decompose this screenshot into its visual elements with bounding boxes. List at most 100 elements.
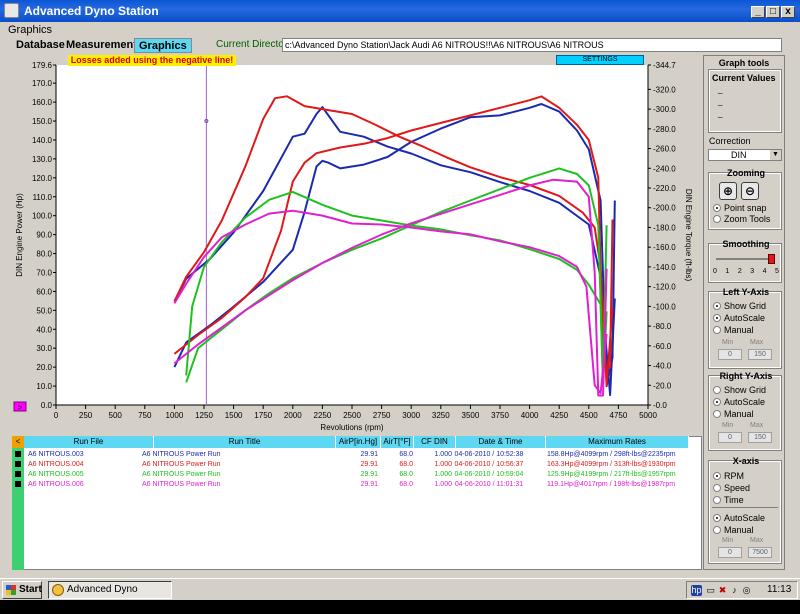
x-tick-label: 4250 xyxy=(550,411,568,420)
right-y-autoscale[interactable]: AutoScale xyxy=(713,397,765,407)
sync-icon[interactable]: ◎ xyxy=(741,585,752,596)
header-run-file[interactable]: Run File xyxy=(24,436,154,448)
x-axis-min-label: Min xyxy=(722,537,734,544)
maximize-button[interactable]: □ xyxy=(766,6,780,18)
x-axis-manual-radio[interactable] xyxy=(713,526,721,534)
taskbar-app-button[interactable]: Advanced Dyno Station xyxy=(48,581,172,611)
right-y-autoscale-radio[interactable] xyxy=(713,398,721,406)
smoothing-tick: 2 xyxy=(737,268,742,275)
right-y-min-input[interactable]: 0 xyxy=(718,432,742,443)
header-date-time[interactable]: Date & Time xyxy=(456,436,546,448)
point-snap-radio[interactable] xyxy=(713,204,721,212)
zoom-option-zoom-tools[interactable]: Zoom Tools xyxy=(713,214,770,224)
dyno-graph[interactable]: 0 250 500 750 1000 1250 1500 1750 2000 2250 2500 27… xyxy=(12,55,702,433)
x-axis-max-input[interactable]: 7500 xyxy=(748,547,772,558)
x-axis-rpm[interactable]: RPM xyxy=(713,471,744,481)
left-y-autoscale-radio[interactable] xyxy=(713,314,721,322)
speaker-icon[interactable]: ♪ xyxy=(729,585,740,596)
left-y-manual-radio[interactable] xyxy=(713,326,721,334)
x-tick-label: 2000 xyxy=(284,411,302,420)
current-directory-field[interactable]: c:\Advanced Dyno Station\Jack Audi A6 NI… xyxy=(282,38,782,52)
cell-airt: 68.0 xyxy=(399,471,413,478)
losses-notice: Losses added using the negative line! xyxy=(68,55,236,66)
y2-tick-label: -300.0 xyxy=(653,105,676,114)
x-tick-label: 4500 xyxy=(580,411,598,420)
start-button[interactable]: Start xyxy=(2,581,42,599)
x-axis-manual[interactable]: Manual xyxy=(713,525,754,535)
marker-label: > xyxy=(18,403,23,412)
current-value-1: _ xyxy=(718,85,723,94)
y-tick-label: 0.0 xyxy=(41,401,53,410)
hp-icon[interactable]: hp xyxy=(691,585,702,596)
x-axis-autoscale[interactable]: AutoScale xyxy=(713,513,765,523)
x-tick-label: 3000 xyxy=(402,411,420,420)
x-tick-label: 1750 xyxy=(254,411,272,420)
left-y-show-grid[interactable]: Show Grid xyxy=(713,301,766,311)
menu-graphics[interactable]: Graphics xyxy=(8,24,52,36)
title-bar[interactable]: Advanced Dyno Station _ □ x xyxy=(0,0,800,22)
x-tick-label: 250 xyxy=(79,411,93,420)
minimize-button[interactable]: _ xyxy=(751,6,765,18)
zoom-tools-radio[interactable] xyxy=(713,215,721,223)
app-icon xyxy=(4,3,19,18)
left-y-manual[interactable]: Manual xyxy=(713,325,754,335)
zooming-group: Zooming ⊕ ⊖ Point snap Zoom Tools xyxy=(708,168,782,230)
left-y-autoscale-label: AutoScale xyxy=(724,313,766,323)
left-y-min-input[interactable]: 0 xyxy=(718,349,742,360)
right-y-manual-radio[interactable] xyxy=(713,410,721,418)
settings-button[interactable]: SETTINGS xyxy=(556,55,644,65)
table-row[interactable]: A6 NITROUS.004 A6 NITROUS Power Run 29.91 6… xyxy=(12,460,702,469)
header-maximum-rates[interactable]: Maximum Rates xyxy=(546,436,689,448)
point-snap-label: Point snap xyxy=(724,203,767,213)
header-run-title[interactable]: Run Title xyxy=(154,436,336,448)
chevron-down-icon[interactable]: ▼ xyxy=(770,150,781,160)
y2-tick-label: -80.0 xyxy=(653,322,672,331)
right-y-show-grid-label: Show Grid xyxy=(724,385,767,395)
table-row[interactable]: A6 NITROUS.003 A6 NITROUS Power Run 29.91 6… xyxy=(12,450,702,459)
x-axis-min-input[interactable]: 0 xyxy=(718,547,742,558)
table-row[interactable]: A6 NITROUS.005 A6 NITROUS Power Run 29.91 6… xyxy=(12,470,702,479)
zoom-option-point-snap[interactable]: Point snap xyxy=(713,203,767,213)
right-y-manual[interactable]: Manual xyxy=(713,409,754,419)
x-tick-label: 5000 xyxy=(639,411,657,420)
y-tick-label: 140.0 xyxy=(32,136,53,145)
collapse-button[interactable]: < xyxy=(12,436,24,448)
header-airt[interactable]: AirT[°F] xyxy=(381,436,414,448)
smoothing-slider-handle[interactable] xyxy=(768,254,775,264)
smoothing-slider-track[interactable] xyxy=(716,258,774,260)
left-y-autoscale[interactable]: AutoScale xyxy=(713,313,765,323)
y2-tick-label: -180.0 xyxy=(653,223,676,232)
dyno-chart[interactable]: 0 250 500 750 1000 1250 1500 1750 2000 2250 2500 27… xyxy=(12,55,702,433)
cell-airp: 29.91 xyxy=(360,471,378,478)
tab-graphics[interactable]: Graphics xyxy=(134,38,192,53)
x-axis-speed-radio[interactable] xyxy=(713,484,721,492)
left-y-max-input[interactable]: 150 xyxy=(748,349,772,360)
left-y-show-grid-radio[interactable] xyxy=(713,302,721,310)
menu-bar: Graphics xyxy=(0,22,800,38)
close-button[interactable]: x xyxy=(781,6,795,18)
row-color-swatch xyxy=(15,451,21,457)
header-airp[interactable]: AirP[in.Hg] xyxy=(336,436,381,448)
cell-maximum-rates: 158.8Hp@4099rpm / 298ft-lbs@2235rpm xyxy=(547,451,676,458)
zoom-in-icon[interactable]: ⊕ xyxy=(719,182,737,200)
header-cf-din[interactable]: CF DIN xyxy=(414,436,456,448)
right-y-show-grid[interactable]: Show Grid xyxy=(713,385,766,395)
x-axis-autoscale-radio[interactable] xyxy=(713,514,721,522)
right-y-show-grid-radio[interactable] xyxy=(713,386,721,394)
cell-maximum-rates: 163.3Hp@4099rpm / 313ft-lbs@1930rpm xyxy=(547,461,676,468)
x-axis-speed[interactable]: Speed xyxy=(713,483,750,493)
y-tick-label: 40.0 xyxy=(36,325,52,334)
table-row[interactable]: A6 NITROUS.006 A6 NITROUS Power Run 29.91 6… xyxy=(12,480,702,489)
x-axis-time-radio[interactable] xyxy=(713,496,721,504)
x-axis-time[interactable]: Time xyxy=(713,495,744,505)
right-y-max-input[interactable]: 150 xyxy=(748,432,772,443)
right-y-max-label: Max xyxy=(750,422,764,429)
tab-database[interactable]: Database xyxy=(12,38,69,53)
monitor-icon[interactable]: ▭ xyxy=(705,585,716,596)
x-axis-rpm-radio[interactable] xyxy=(713,472,721,480)
security-icon[interactable]: ✖ xyxy=(717,585,728,596)
correction-select[interactable]: DIN ▼ xyxy=(708,149,782,161)
zoom-out-icon[interactable]: ⊖ xyxy=(741,182,759,200)
y-tick-label: 30.0 xyxy=(36,344,52,353)
y2-axis-label: DIN Engine Torque (ft-lbs) xyxy=(684,189,693,282)
